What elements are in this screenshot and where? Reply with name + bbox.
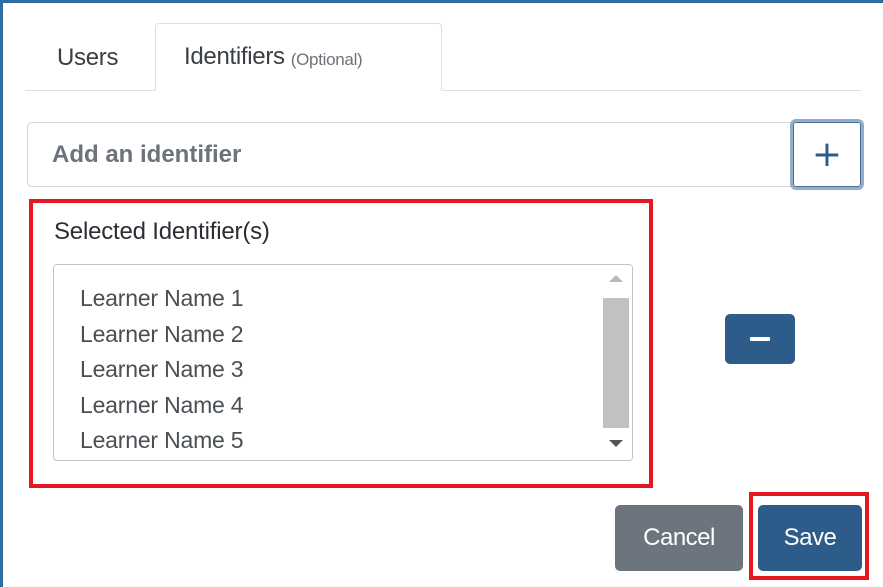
selected-identifiers-listbox[interactable]: Learner Name 1 Learner Name 2 Learner Name… [53, 264, 633, 461]
cancel-button[interactable]: Cancel [615, 505, 743, 571]
tab-bar: Users Identifiers (Optional) [25, 23, 861, 93]
tab-users-label: Users [57, 44, 119, 71]
listbox-option[interactable]: Learner Name 2 [80, 317, 244, 353]
scroll-thumb[interactable] [603, 298, 629, 428]
selected-identifiers-label: Selected Identifier(s) [54, 218, 270, 245]
remove-identifier-button[interactable] [725, 314, 795, 364]
save-button[interactable]: Save [758, 505, 862, 571]
tab-identifiers-label: Identifiers [184, 43, 285, 70]
listbox-option[interactable]: Learner Name 5 [80, 423, 244, 459]
listbox-option[interactable]: Learner Name 3 [80, 352, 244, 388]
minus-icon [750, 337, 770, 341]
tab-divider [25, 90, 861, 91]
listbox-scrollbar[interactable] [600, 265, 632, 460]
scroll-down-arrow-icon[interactable] [609, 440, 623, 447]
dialog-frame: Users Identifiers (Optional) + Selected … [0, 0, 883, 587]
add-identifier-button[interactable]: + [790, 119, 864, 190]
plus-icon: + [811, 133, 843, 175]
tab-identifiers[interactable]: Identifiers (Optional) [155, 23, 442, 91]
add-identifier-input[interactable] [27, 122, 793, 187]
tab-users[interactable]: Users [29, 23, 146, 91]
selected-identifiers-list: Learner Name 1 Learner Name 2 Learner Name… [80, 281, 244, 459]
listbox-option[interactable]: Learner Name 1 [80, 281, 244, 317]
scroll-up-arrow-icon[interactable] [609, 275, 623, 282]
listbox-option[interactable]: Learner Name 4 [80, 388, 244, 424]
tab-identifiers-optional: (Optional) [290, 50, 363, 69]
